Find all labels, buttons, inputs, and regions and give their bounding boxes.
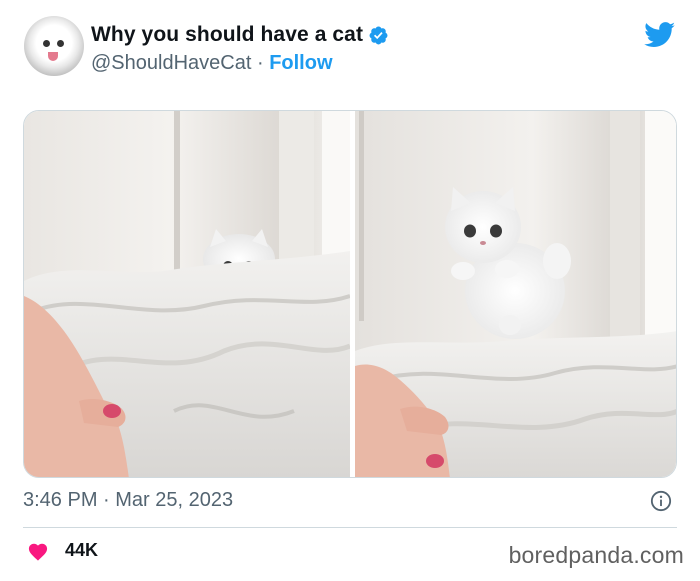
avatar-cat-eye bbox=[57, 40, 64, 47]
like-count: 44K bbox=[65, 540, 99, 560]
avatar-cat-eye bbox=[43, 40, 50, 47]
follow-button[interactable]: Follow bbox=[269, 52, 332, 74]
separator: · bbox=[256, 52, 264, 74]
name-row: Why you should have a cat bbox=[91, 23, 389, 47]
handle[interactable]: @ShouldHaveCat bbox=[91, 52, 251, 74]
handle-row: @ShouldHaveCat · Follow bbox=[91, 52, 333, 75]
tweet-media[interactable] bbox=[23, 110, 677, 478]
tweet-timestamp[interactable]: 3:46 PM · Mar 25, 2023 bbox=[23, 489, 233, 512]
photo-cat-peeking[interactable] bbox=[24, 111, 350, 477]
display-name[interactable]: Why you should have a cat bbox=[91, 23, 363, 47]
photo-cat-jumping-image bbox=[355, 111, 676, 477]
tweet-header: Why you should have a cat @ShouldHaveCat… bbox=[24, 16, 684, 78]
watermark: boredpanda.com bbox=[508, 542, 684, 568]
info-icon[interactable] bbox=[650, 490, 672, 512]
like-action[interactable]: 44K bbox=[27, 540, 98, 561]
photo-cat-peeking-image bbox=[24, 111, 350, 477]
photo-cat-jumping[interactable] bbox=[355, 111, 676, 477]
twitter-bird-icon[interactable] bbox=[644, 22, 676, 48]
avatar[interactable] bbox=[24, 16, 84, 76]
heart-icon[interactable] bbox=[27, 541, 49, 561]
verified-badge-icon bbox=[369, 26, 388, 44]
divider bbox=[23, 527, 677, 528]
avatar-cat-tongue bbox=[48, 52, 58, 61]
